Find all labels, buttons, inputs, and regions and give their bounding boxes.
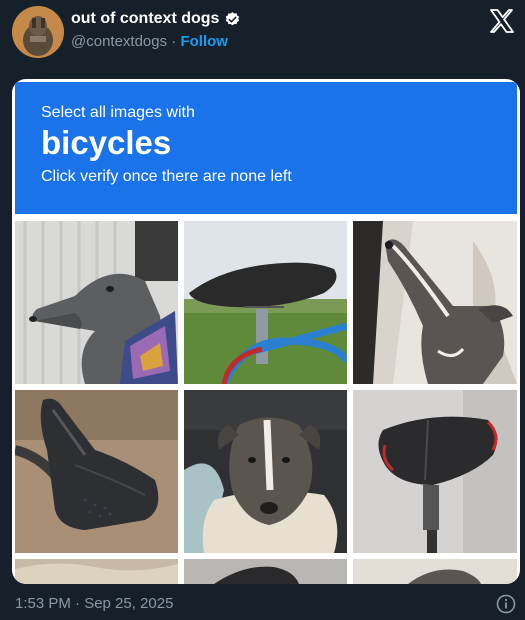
handle-row: @contextdogs · Follow bbox=[71, 33, 228, 50]
follow-button[interactable]: Follow bbox=[180, 33, 228, 50]
display-name-text[interactable]: out of context dogs bbox=[71, 10, 219, 28]
post-header: out of context dogs @contextdogs · Follo… bbox=[0, 0, 525, 70]
tile-red-black-saddle[interactable] bbox=[353, 390, 517, 553]
tile-greyhound-looking-up[interactable] bbox=[353, 221, 517, 384]
verified-badge-icon bbox=[224, 11, 241, 28]
tile-bicycle-seat-field[interactable] bbox=[184, 221, 347, 384]
avatar[interactable] bbox=[12, 6, 64, 58]
post-media-image[interactable]: Select all images with bicycles Click ve… bbox=[12, 79, 520, 584]
captcha-instruction: Select all images with bbox=[41, 104, 195, 121]
display-name[interactable]: out of context dogs bbox=[71, 10, 241, 28]
captcha-header: Select all images with bicycles Click ve… bbox=[15, 82, 517, 214]
tile-greyhound-blanket[interactable] bbox=[184, 390, 347, 553]
post-timestamp[interactable]: 1:53 PM · Sep 25, 2025 bbox=[15, 595, 173, 612]
tile-greyhound-scarf[interactable] bbox=[15, 221, 178, 384]
separator: · bbox=[171, 33, 177, 50]
x-logo-icon[interactable] bbox=[489, 9, 515, 33]
tile-black-saddle-closeup[interactable] bbox=[15, 390, 178, 553]
info-icon[interactable] bbox=[496, 594, 516, 614]
tile-partial-right[interactable] bbox=[353, 559, 517, 584]
tile-partial-middle[interactable] bbox=[184, 559, 347, 584]
handle[interactable]: @contextdogs bbox=[71, 33, 167, 50]
captcha-keyword: bicycles bbox=[41, 124, 172, 161]
tile-partial-left[interactable] bbox=[15, 559, 178, 584]
captcha-subtext: Click verify once there are none left bbox=[41, 168, 292, 185]
